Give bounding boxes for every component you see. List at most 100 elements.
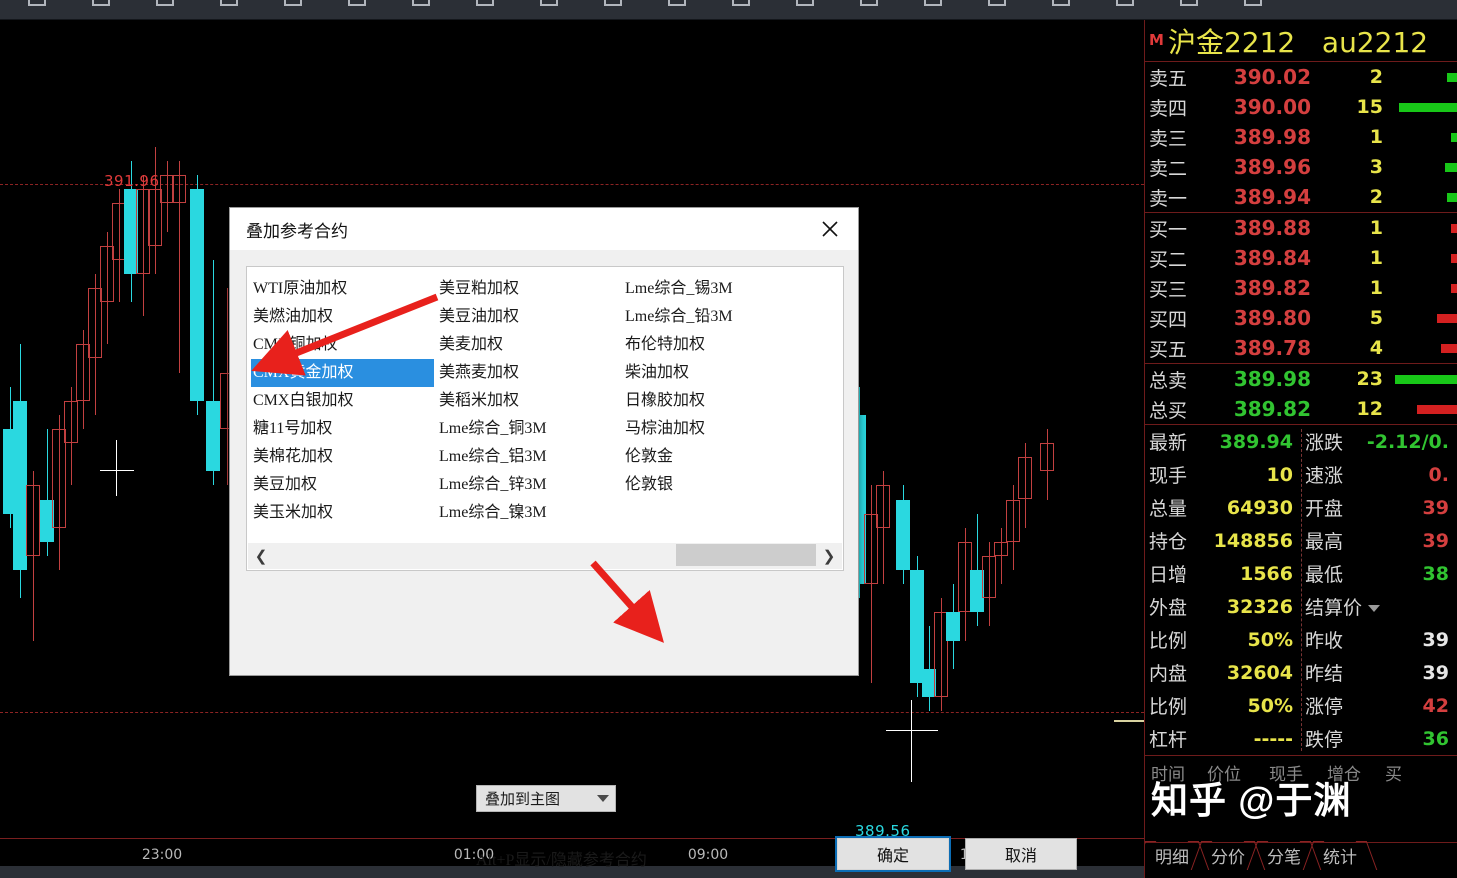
contract-item[interactable]: 美豆油加权 — [437, 303, 619, 331]
contract-item[interactable]: 糖11号加权 — [251, 415, 433, 443]
chevron-right-icon[interactable]: ❯ — [816, 543, 842, 569]
contract-item[interactable]: 马棕油加权 — [623, 415, 805, 443]
book-price: 389.98 — [1233, 125, 1311, 149]
contract-item[interactable]: 美稻米加权 — [437, 387, 619, 415]
scrollbar-thumb[interactable] — [676, 544, 816, 566]
market-flag-icon: M — [1149, 31, 1164, 49]
toolbar-icon-14-icon[interactable] — [860, 0, 878, 6]
toolbar-icon-20-icon[interactable] — [1244, 0, 1262, 6]
caret-down-icon[interactable] — [1368, 605, 1381, 613]
tab-3[interactable]: 分笔 — [1257, 841, 1311, 870]
quote-cell-right: 昨收 39 — [1301, 623, 1457, 656]
toolbar-icon-12-icon[interactable] — [732, 0, 750, 6]
toolbar-icon-16-icon[interactable] — [988, 0, 1006, 6]
toolbar-icon-5-icon[interactable] — [284, 0, 302, 6]
overlay-mode-select[interactable]: 叠加到主图 — [476, 785, 616, 812]
cancel-button[interactable]: 取消 — [965, 838, 1077, 870]
scrollbar-track[interactable] — [274, 543, 816, 569]
order-book-total-row[interactable]: 总卖 389.98 23 — [1145, 364, 1457, 394]
contract-item[interactable]: CMX白银加权 — [251, 387, 433, 415]
toolbar-icon-3-icon[interactable] — [156, 0, 174, 6]
contract-item[interactable]: 美麦加权 — [437, 331, 619, 359]
book-quantity: 3 — [1369, 156, 1383, 178]
order-book-row[interactable]: 买五 389.78 4 — [1145, 333, 1457, 363]
horizontal-scrollbar[interactable]: ❮ ❯ — [248, 543, 842, 569]
order-book-row[interactable]: 卖五 390.02 2 — [1145, 62, 1457, 92]
order-book-row[interactable]: 买二 389.84 1 — [1145, 243, 1457, 273]
contract-item[interactable]: CMX铜加权 — [251, 331, 433, 359]
quote-cell-left: 外盘 32326 — [1145, 590, 1301, 623]
book-level-label: 买四 — [1149, 309, 1188, 331]
order-book-row[interactable]: 卖一 389.94 2 — [1145, 182, 1457, 212]
ok-button[interactable]: 确定 — [835, 836, 951, 872]
shortcut-hint: Alt+P显示/隐藏参考合约 — [476, 852, 647, 869]
quote-key: 结算价 — [1305, 593, 1381, 620]
contract-item[interactable]: 美棉花加权 — [251, 443, 433, 471]
order-book-row[interactable]: 买三 389.82 1 — [1145, 273, 1457, 303]
contract-item[interactable]: Lme综合_铜3M — [437, 415, 619, 443]
contract-item[interactable]: Lme综合_锡3M — [623, 275, 805, 303]
chevron-left-icon[interactable]: ❮ — [248, 543, 274, 569]
toolbar-icon-18-icon[interactable] — [1116, 0, 1134, 6]
top-toolbar[interactable] — [0, 0, 1457, 20]
close-icon[interactable] — [808, 212, 852, 246]
toolbar-icon-17-icon[interactable] — [1052, 0, 1070, 6]
contract-item[interactable]: Lme综合_铝3M — [437, 443, 619, 471]
contract-item[interactable]: 柴油加权 — [623, 359, 805, 387]
contract-item[interactable]: WTI原油加权 — [251, 275, 433, 303]
book-price: 389.88 — [1233, 216, 1311, 240]
toolbar-icon-13-icon[interactable] — [796, 0, 814, 6]
order-book-row[interactable]: 买一 389.88 1 — [1145, 213, 1457, 243]
book-price: 389.98 — [1233, 367, 1311, 391]
toolbar-icon-19-icon[interactable] — [1180, 0, 1198, 6]
contract-item[interactable]: 美燃油加权 — [251, 303, 433, 331]
order-book-row[interactable]: 买四 389.80 5 — [1145, 303, 1457, 333]
instrument-header[interactable]: M 沪金2212 au2212 — [1145, 20, 1457, 62]
contract-item[interactable]: 布伦特加权 — [623, 331, 805, 359]
book-price: 389.78 — [1233, 336, 1311, 360]
overlay-contract-dialog[interactable]: 叠加参考合约 WTI原油加权 美燃油加权 CMX铜加权 CMX黄金加权 CMX白银加权糖… — [229, 207, 1077, 872]
order-book-total-row[interactable]: 总买 389.82 12 — [1145, 394, 1457, 424]
toolbar-icon-9-icon[interactable] — [540, 0, 558, 6]
panel-tabs[interactable]: 明细 分价 分笔 统计 — [1145, 842, 1457, 868]
toolbar-icon-11-icon[interactable] — [668, 0, 686, 6]
contract-item[interactable]: Lme综合_锌3M — [437, 471, 619, 499]
quote-value: 0. — [1428, 463, 1449, 486]
contract-item[interactable]: 美豆粕加权 — [437, 275, 619, 303]
tick-table[interactable]: 时间 价位 现手 增仓 买 知乎 @于渊 — [1145, 755, 1457, 821]
order-book-row[interactable]: 卖四 390.00 15 — [1145, 92, 1457, 122]
order-book[interactable]: 卖五 390.02 2 卖四 390.00 15 卖三 389.98 1 卖二 389.96 3 卖一 3… — [1145, 62, 1457, 424]
toolbar-icon-15-icon[interactable] — [924, 0, 942, 6]
contract-listbox[interactable]: WTI原油加权 美燃油加权 CMX铜加权 CMX黄金加权 CMX白银加权 糖11号加权 美棉… — [246, 266, 844, 571]
toolbar-icon-6-icon[interactable] — [348, 0, 366, 6]
toolbar-icon-4-icon[interactable] — [220, 0, 238, 6]
toolbar-icon-10-icon[interactable] — [604, 0, 622, 6]
quote-value: 50% — [1247, 628, 1293, 651]
order-book-row[interactable]: 卖二 389.96 3 — [1145, 152, 1457, 182]
quote-key: 日增 — [1149, 565, 1188, 586]
toolbar-icon-2-icon[interactable] — [92, 0, 110, 6]
contract-item[interactable]: 伦敦金 — [623, 443, 805, 471]
toolbar-icon-1-icon[interactable] — [28, 0, 46, 6]
contract-item[interactable]: Lme综合_镍3M — [437, 499, 619, 527]
contract-item[interactable]: 日橡胶加权 — [623, 387, 805, 415]
quote-cell-left: 日增 1566 — [1145, 557, 1301, 590]
toolbar-icon-7-icon[interactable] — [412, 0, 430, 6]
book-level-label: 买一 — [1149, 219, 1188, 241]
contract-item[interactable]: 美玉米加权 — [251, 499, 433, 527]
contract-item[interactable]: 美豆加权 — [251, 471, 433, 499]
contract-item[interactable]: CMX黄金加权 — [251, 359, 434, 387]
contract-item[interactable]: 美燕麦加权 — [437, 359, 619, 387]
candle-body — [1018, 457, 1032, 500]
quote-key: 最低 — [1305, 565, 1344, 586]
contract-item[interactable]: Lme综合_铅3M — [623, 303, 805, 331]
book-volume-bar — [1451, 253, 1457, 263]
toolbar-icon-8-icon[interactable] — [476, 0, 494, 6]
tab-1[interactable]: 明细 — [1145, 841, 1199, 870]
tab-4[interactable]: 统计 — [1313, 841, 1367, 870]
book-volume-bar — [1451, 283, 1457, 293]
contract-column-1: WTI原油加权 美燃油加权 CMX铜加权 CMX黄金加权 CMX白银加权 糖11号加权 美棉… — [247, 275, 434, 527]
contract-item[interactable]: 伦敦银 — [623, 471, 805, 499]
tab-2[interactable]: 分价 — [1201, 841, 1255, 870]
order-book-row[interactable]: 卖三 389.98 1 — [1145, 122, 1457, 152]
